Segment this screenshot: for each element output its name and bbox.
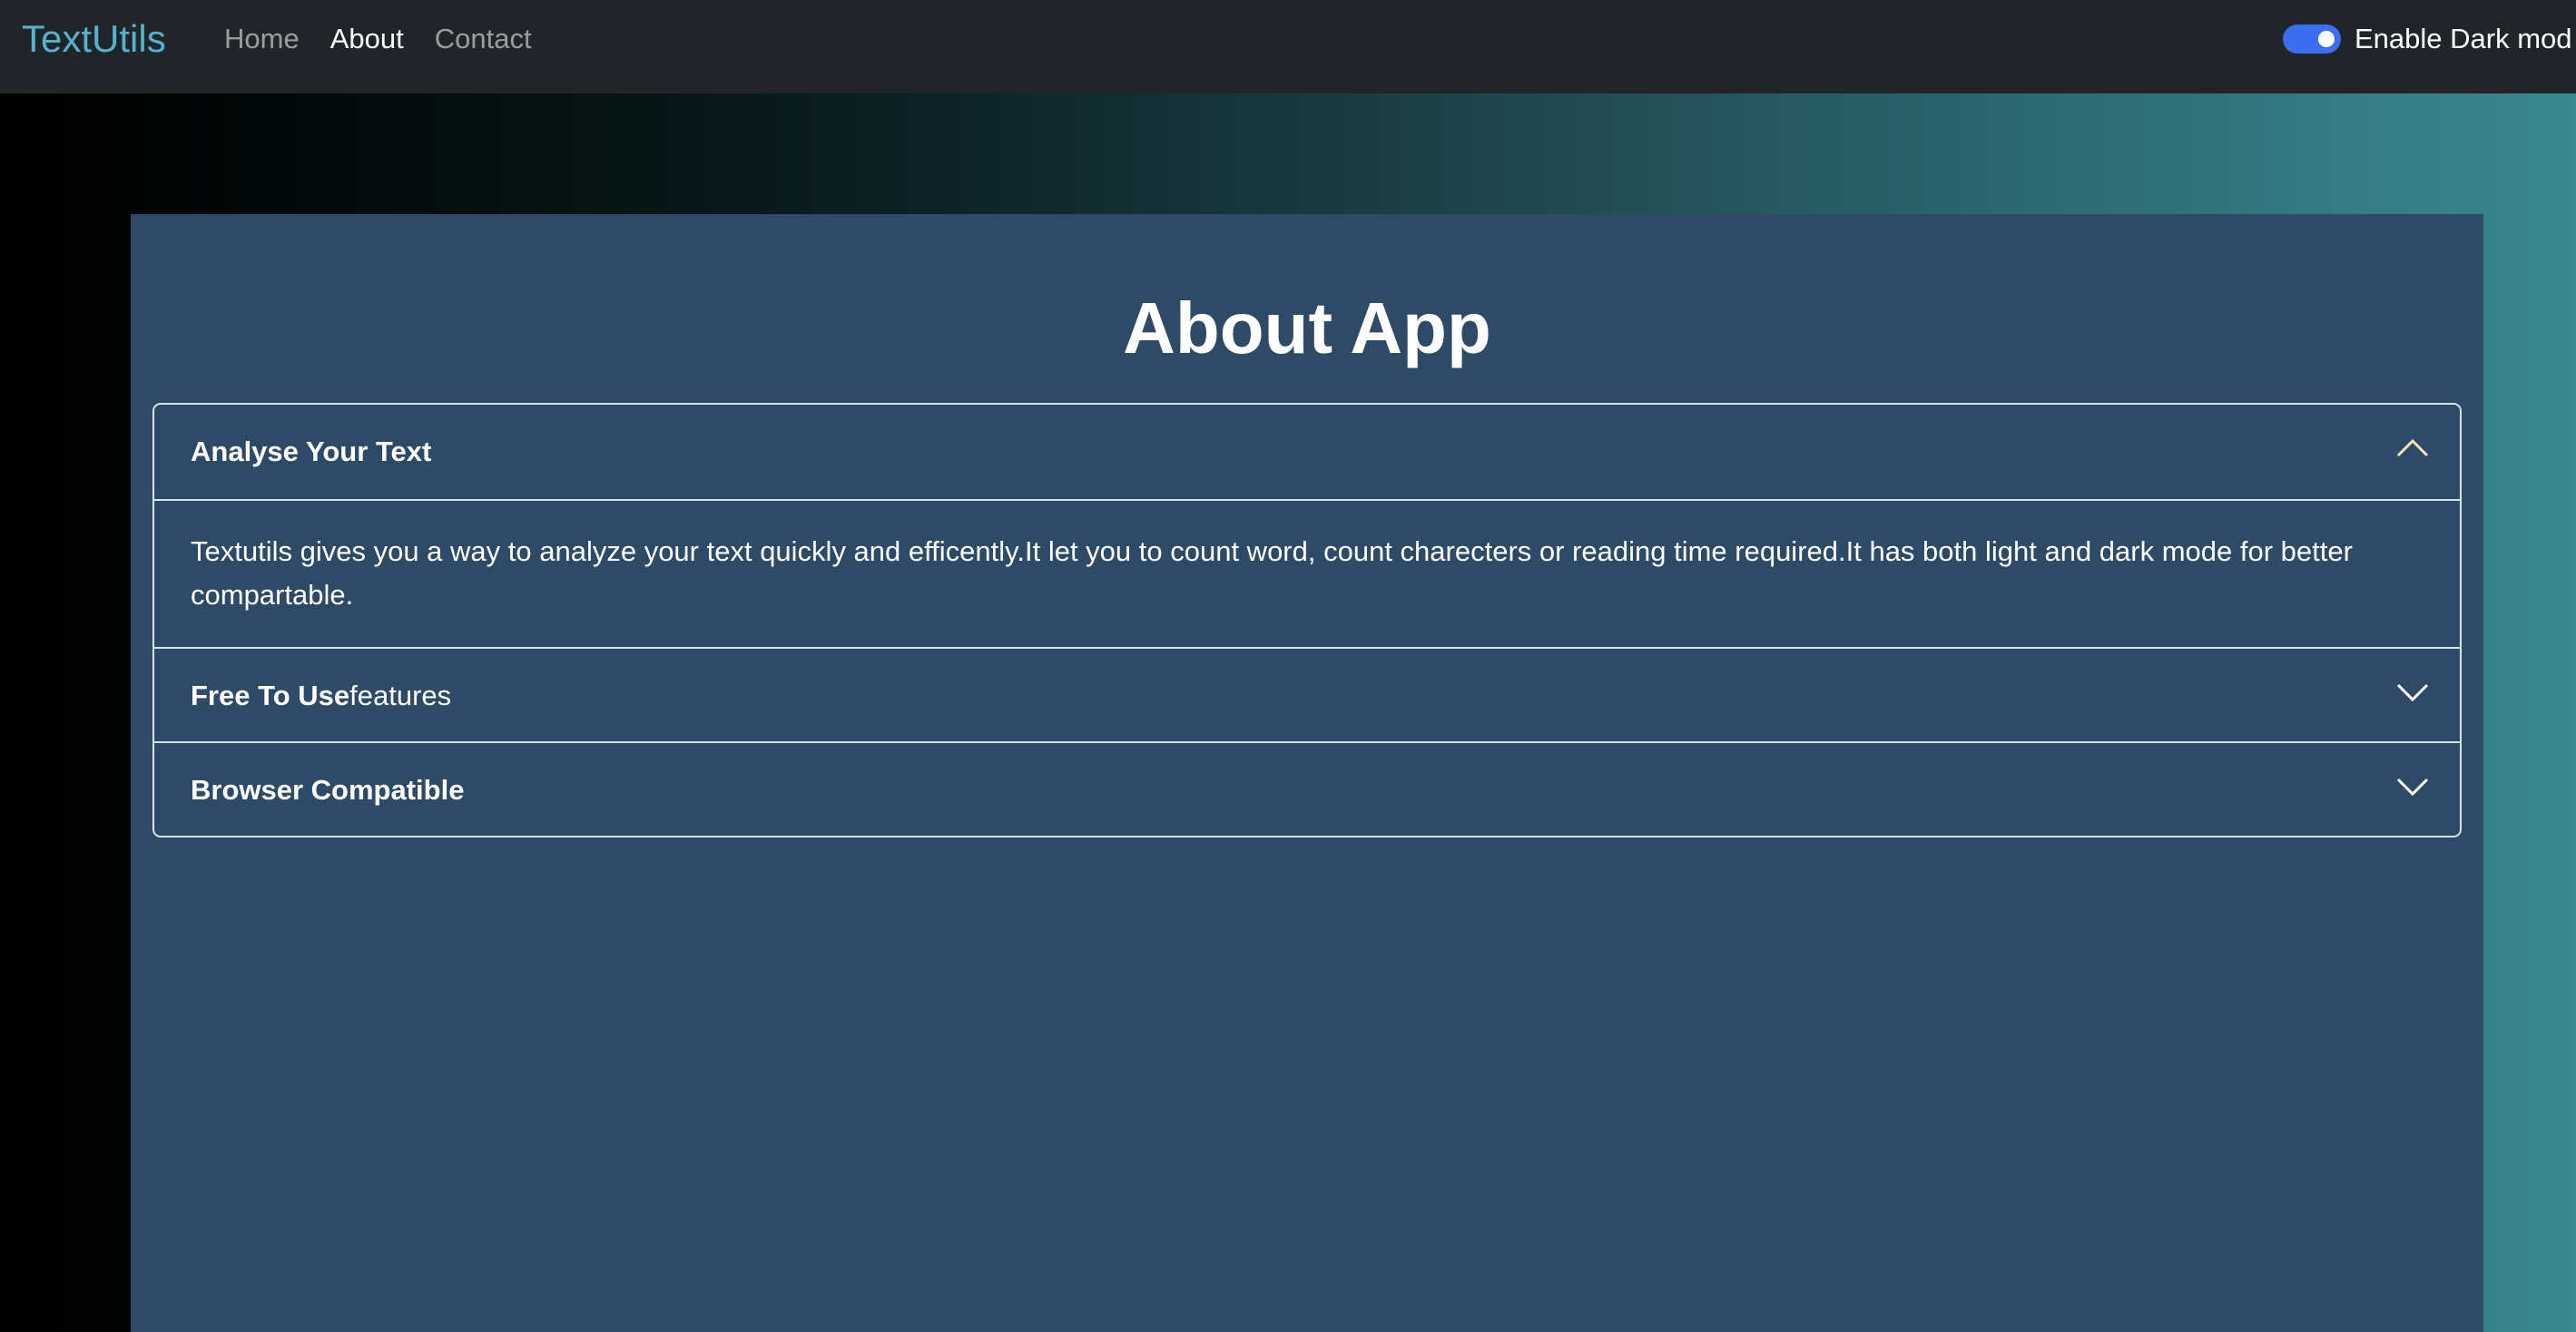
nav-link-contact[interactable]: Contact: [435, 0, 532, 77]
accordion-heading: Analyse Your Text: [191, 436, 432, 467]
about-panel: About App Analyse Your Text Textutils gi…: [131, 214, 2483, 1332]
dark-mode-toggle[interactable]: Enable Dark mod: [2283, 0, 2572, 77]
switch-knob: [2318, 30, 2335, 47]
chevron-down-icon: [2396, 778, 2429, 797]
accordion-body-analyse: Textutils gives you a way to analyze you…: [154, 499, 2460, 647]
navbar: TextUtils Home About Contact Enable Dark…: [0, 0, 2576, 93]
accordion-header-free[interactable]: Free To Usefeatures: [154, 647, 2460, 741]
accordion: Analyse Your Text Textutils gives you a …: [152, 403, 2462, 837]
nav-link-home[interactable]: Home: [224, 0, 300, 77]
brand-logo-link[interactable]: TextUtils: [22, 0, 166, 77]
nav-links: Home About Contact: [224, 0, 532, 77]
accordion-heading: Free To Use: [191, 680, 350, 711]
accordion-heading-suffix: features: [349, 680, 452, 711]
chevron-down-icon: [2396, 683, 2429, 702]
page-title: About App: [1123, 288, 1491, 368]
dark-mode-label[interactable]: Enable Dark mod: [2355, 23, 2572, 55]
chevron-up-icon: [2396, 438, 2429, 457]
accordion-heading: Browser Compatible: [191, 774, 465, 806]
dark-mode-switch[interactable]: [2283, 24, 2341, 54]
accordion-body-text: Textutils gives you a way to analyze you…: [191, 535, 2353, 611]
nav-link-about[interactable]: About: [330, 0, 404, 77]
accordion-header-analyse[interactable]: Analyse Your Text: [154, 405, 2460, 499]
accordion-header-browser[interactable]: Browser Compatible: [154, 741, 2460, 836]
